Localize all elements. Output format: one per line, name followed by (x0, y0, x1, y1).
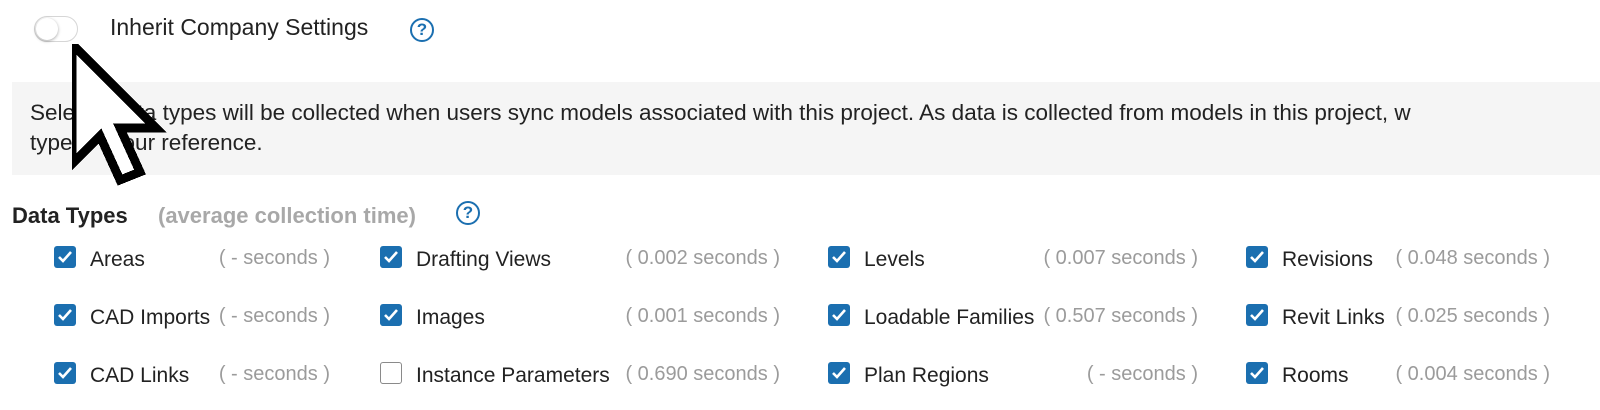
collection-time: ( 0.025 seconds ) (1395, 305, 1550, 327)
collection-time: ( - seconds ) (218, 363, 330, 385)
checkbox-checked[interactable] (828, 304, 850, 326)
data-type-item[interactable]: Drafting Views ( 0.002 seconds ) (380, 246, 780, 276)
collection-time: ( 0.001 seconds ) (625, 305, 780, 327)
checkmark-icon (58, 367, 72, 379)
checkbox-checked[interactable] (54, 304, 76, 326)
collection-time: ( - seconds ) (218, 247, 330, 269)
checkmark-icon (58, 251, 72, 263)
notice-line-1: Sele ata types will be collected when us… (30, 100, 1411, 125)
data-type-item[interactable]: Images ( 0.001 seconds ) (380, 304, 780, 334)
checkbox-checked[interactable] (380, 246, 402, 268)
data-type-label: Plan Regions (864, 364, 989, 387)
inherit-settings-label: Inherit Company Settings (110, 14, 369, 40)
data-type-label: Loadable Families (864, 306, 1035, 329)
help-glyph: ? (462, 203, 474, 222)
collection-time: ( 0.004 seconds ) (1395, 363, 1550, 385)
data-type-item[interactable]: Instance Parameters ( 0.690 seconds ) (380, 362, 780, 392)
data-type-label: Rooms (1282, 364, 1349, 387)
checkmark-icon (832, 251, 846, 263)
checkmark-icon (1250, 367, 1264, 379)
data-type-label: Levels (864, 248, 925, 271)
checkmark-icon (1250, 251, 1264, 263)
collection-time: ( 0.690 seconds ) (625, 363, 780, 385)
collection-time: ( 0.002 seconds ) (625, 247, 780, 269)
checkmark-icon (58, 309, 72, 321)
checkmark-icon (1250, 309, 1264, 321)
data-type-item[interactable]: CAD Links ( - seconds ) (54, 362, 330, 392)
data-type-label: Areas (90, 248, 145, 271)
data-type-label: Images (416, 306, 485, 329)
data-type-item[interactable]: Loadable Families ( 0.507 seconds ) (828, 304, 1198, 334)
data-type-item[interactable]: Revisions ( 0.048 seconds ) (1246, 246, 1550, 276)
data-type-item[interactable]: Areas ( - seconds ) (54, 246, 330, 276)
data-types-subtitle: (average collection time) (158, 203, 416, 228)
collection-time: ( 0.507 seconds ) (1043, 305, 1198, 327)
data-type-label: Revit Links (1282, 306, 1385, 329)
checkbox-checked[interactable] (54, 246, 76, 268)
inherit-help-icon[interactable]: ? (410, 18, 434, 42)
checkmark-icon (384, 309, 398, 321)
checkmark-icon (832, 309, 846, 321)
data-type-item[interactable]: Levels ( 0.007 seconds ) (828, 246, 1198, 276)
collection-time: ( - seconds ) (1086, 363, 1198, 385)
collection-time: ( 0.007 seconds ) (1043, 247, 1198, 269)
data-type-label: CAD Links (90, 364, 190, 387)
data-type-item[interactable]: Revit Links ( 0.025 seconds ) (1246, 304, 1550, 334)
checkbox-checked[interactable] (380, 304, 402, 326)
checkbox-checked[interactable] (54, 362, 76, 384)
checkbox-checked[interactable] (1246, 362, 1268, 384)
mouse-cursor-icon (72, 44, 167, 186)
checkmark-icon (384, 251, 398, 263)
info-notice: Sele ata types will be collected when us… (12, 82, 1600, 175)
inherit-settings-toggle[interactable] (34, 16, 78, 42)
data-types-help-icon[interactable]: ? (456, 201, 480, 225)
data-type-label: Instance Parameters (416, 364, 610, 387)
notice-line-2: type our reference. (30, 130, 263, 155)
data-types-title: Data Types (12, 203, 128, 228)
checkbox-checked[interactable] (828, 246, 850, 268)
data-type-item[interactable]: Plan Regions ( - seconds ) (828, 362, 1198, 392)
checkbox-checked[interactable] (1246, 304, 1268, 326)
data-type-item[interactable]: CAD Imports ( - seconds ) (54, 304, 330, 334)
data-type-label: CAD Imports (90, 306, 211, 329)
data-type-item[interactable]: Rooms ( 0.004 seconds ) (1246, 362, 1550, 392)
data-type-label: Drafting Views (416, 248, 552, 271)
checkbox-checked[interactable] (828, 362, 850, 384)
toggle-knob (36, 18, 58, 40)
checkmark-icon (832, 367, 846, 379)
help-glyph: ? (416, 20, 428, 39)
notice-text: Sele ata types will be collected when us… (30, 98, 1600, 158)
checkbox-unchecked[interactable] (380, 362, 402, 384)
collection-time: ( - seconds ) (218, 305, 330, 327)
data-type-label: Revisions (1282, 248, 1374, 271)
checkbox-checked[interactable] (1246, 246, 1268, 268)
collection-time: ( 0.048 seconds ) (1395, 247, 1550, 269)
